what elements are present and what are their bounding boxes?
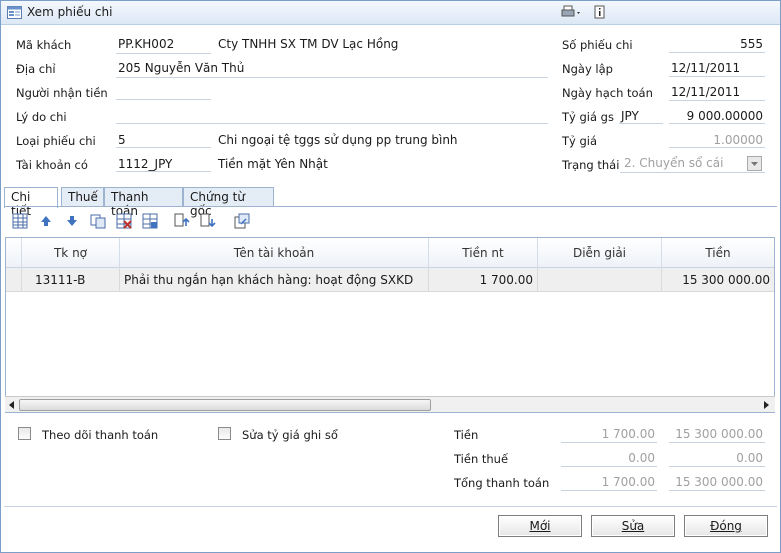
ty-gia-label: Tỷ giá (562, 134, 598, 148)
grid-header: Tk nợ Tên tài khoản Tiền nt Diễn giải Ti… (6, 238, 774, 268)
ty-gia-gs-label: Tỷ giá gs (562, 110, 614, 124)
detail-grid: Tk nợ Tên tài khoản Tiền nt Diễn giải Ti… (5, 237, 775, 413)
window: Xem phiếu chi Mã khách PP.KH002 Cty TNHH… (0, 0, 781, 553)
tai-khoan-label: Tài khoản có (16, 158, 88, 172)
edit-button[interactable]: Sửa (591, 515, 675, 537)
form-icon (7, 6, 22, 19)
window-title: Xem phiếu chi (27, 5, 113, 19)
table-row[interactable]: 13111-B Phải thu ngắn hạn khách hàng: ho… (6, 268, 774, 292)
tab-thue[interactable]: Thuế (61, 187, 104, 207)
cell-tk-no[interactable]: 13111-B (22, 268, 120, 292)
move-down-icon[interactable] (63, 212, 81, 230)
title-bar: Xem phiếu chi (1, 1, 780, 25)
insert-row-icon[interactable] (141, 212, 159, 230)
tong-thanh-toan-label: Tổng thanh toán (454, 476, 550, 490)
nguoi-nhan-label: Người nhận tiền (16, 86, 108, 100)
ly-do-label: Lý do chi (16, 110, 67, 124)
dia-chi-label: Địa chỉ (16, 62, 56, 76)
so-phieu-label: Số phiếu chi (562, 38, 633, 52)
tien-label: Tiền (454, 428, 479, 442)
cell-dien-giai[interactable] (538, 268, 662, 292)
ma-khach-field[interactable]: PP.KH002 (118, 37, 174, 51)
scroll-thumb[interactable] (19, 399, 431, 411)
grid-new-icon[interactable] (11, 212, 29, 230)
total-tong-nt: 1 700.00 (601, 475, 655, 489)
move-up-icon[interactable] (37, 212, 55, 230)
ty-gia-gs-field[interactable]: 9 000.00000 (671, 109, 763, 123)
sua-ty-gia-label: Sửa tỷ giá ghi sổ (242, 428, 338, 442)
loai-phieu-field[interactable]: 5 (118, 133, 126, 147)
new-button-label: Mới (529, 519, 551, 533)
ty-gia-field[interactable]: 1.00000 (671, 133, 763, 147)
tai-khoan-field[interactable]: 1112_JPY (118, 157, 172, 171)
sua-ty-gia-checkbox[interactable] (218, 427, 231, 440)
total-tong: 15 300 000.00 (675, 475, 763, 489)
chevron-down-icon[interactable] (747, 156, 762, 171)
column-header[interactable]: Tk nợ (22, 238, 120, 268)
import-up-icon[interactable] (173, 212, 191, 230)
trang-thai-select[interactable]: 2. Chuyển sổ cái (620, 154, 765, 173)
loai-phieu-name: Chi ngoại tệ tggs sử dụng pp trung bình (218, 133, 458, 147)
cell-ten-tai-khoan[interactable]: Phải thu ngắn hạn khách hàng: hoạt động … (120, 268, 429, 292)
import-down-icon[interactable] (199, 212, 217, 230)
edit-button-label: Sửa (621, 519, 645, 533)
ngay-lap-field[interactable]: 12/11/2011 (671, 61, 740, 75)
loai-phieu-label: Loại phiếu chi (16, 134, 96, 148)
total-tien-thue-nt: 0.00 (628, 451, 655, 465)
tab-chi-tiet[interactable]: Chi tiết (4, 187, 58, 218)
trang-thai-value: 2. Chuyển sổ cái (624, 156, 724, 170)
theo-doi-label: Theo dõi thanh toán (42, 428, 159, 442)
new-button[interactable]: Mới (498, 515, 582, 537)
currency-field[interactable]: JPY (621, 109, 639, 123)
tien-thue-label: Tiền thuế (454, 452, 509, 466)
theo-doi-checkbox[interactable] (18, 427, 31, 440)
scroll-left-icon[interactable] (7, 400, 16, 410)
close-button[interactable]: Đóng (684, 515, 768, 537)
close-button-label: Đóng (710, 519, 742, 533)
info-icon[interactable] (594, 5, 606, 19)
column-header[interactable]: Tiền nt (429, 238, 538, 268)
trang-thai-label: Trạng thái (562, 158, 620, 172)
export-icon[interactable] (233, 212, 251, 230)
cell-tien-nt[interactable]: 1 700.00 (429, 268, 538, 292)
horizontal-scrollbar[interactable] (5, 396, 775, 412)
column-header[interactable]: Tiền (662, 238, 774, 268)
delete-row-icon[interactable] (115, 212, 133, 230)
ma-khach-label: Mã khách (16, 38, 72, 52)
scroll-right-icon[interactable] (762, 400, 771, 410)
tab-thanh-toan[interactable]: Thanh toán (104, 187, 183, 218)
column-header[interactable]: Tên tài khoản (120, 238, 429, 268)
tab-chung-tu-goc[interactable]: Chứng từ gốc (183, 187, 274, 218)
row-selector[interactable] (6, 268, 22, 292)
row-selector-header (6, 238, 22, 268)
cell-tien[interactable]: 15 300 000.00 (662, 268, 774, 292)
ten-khach-value: Cty TNHH SX TM DV Lạc Hồng (218, 37, 399, 51)
ngay-hach-toan-label: Ngày hạch toán (562, 86, 653, 100)
ngay-lap-label: Ngày lập (562, 62, 613, 76)
total-tien: 15 300 000.00 (675, 427, 763, 441)
column-header[interactable]: Diễn giải (538, 238, 662, 268)
copy-icon[interactable] (89, 212, 107, 230)
total-tien-nt: 1 700.00 (601, 427, 655, 441)
total-tien-thue: 0.00 (736, 451, 763, 465)
print-icon[interactable] (561, 5, 583, 19)
dia-chi-field[interactable]: 205 Nguyễn Văn Thủ (118, 61, 244, 75)
tab-label: Thuế (68, 190, 98, 204)
tai-khoan-name: Tiền mặt Yên Nhật (218, 157, 328, 171)
ngay-hach-toan-field[interactable]: 12/11/2011 (671, 85, 740, 99)
so-phieu-field[interactable]: 555 (671, 37, 763, 51)
